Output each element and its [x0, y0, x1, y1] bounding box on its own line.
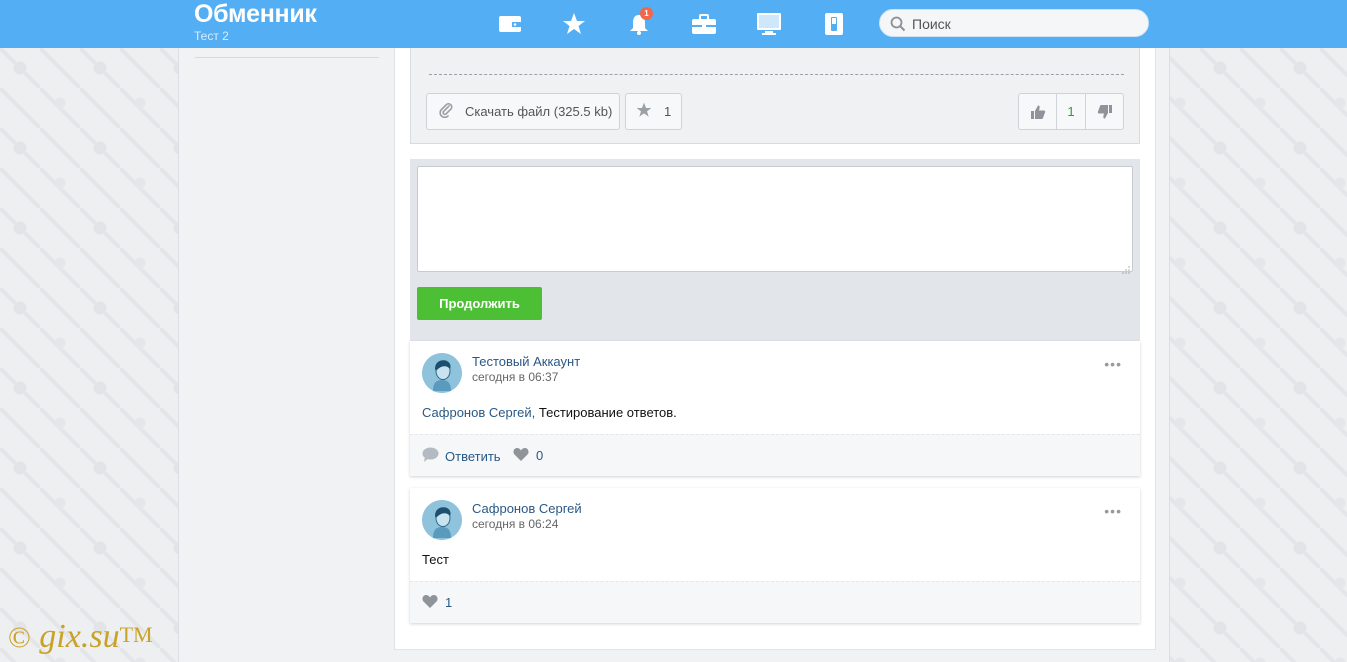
favorite-button[interactable]: 1 — [625, 93, 682, 130]
avatar[interactable] — [422, 500, 462, 540]
comment-time: сегодня в 06:24 — [472, 517, 559, 531]
watermark-site: gix.su — [39, 618, 120, 655]
star-icon[interactable] — [561, 12, 587, 36]
reply-button[interactable]: Ответить — [422, 447, 501, 465]
top-bar: Обменник Тест 2 1 — [0, 0, 1347, 48]
comment-form: Продолжить — [410, 159, 1140, 341]
favorite-count: 1 — [664, 104, 672, 119]
copyright-sign: © — [8, 621, 31, 654]
comment-text: Тестирование ответов. — [538, 405, 677, 420]
site-title[interactable]: Обменник — [194, 0, 317, 29]
like-button[interactable]: 1 — [422, 594, 452, 611]
reply-label: Ответить — [445, 448, 501, 464]
sidebar-divider — [195, 57, 379, 58]
vote-group: 1 — [1018, 93, 1124, 130]
heart-icon — [513, 447, 529, 464]
comment-time: сегодня в 06:37 — [472, 370, 559, 384]
resize-grip-icon[interactable] — [1122, 262, 1130, 274]
content-card: Скачать файл (325.5 kb) 1 1 Продолжить Т… — [394, 48, 1156, 650]
search-input[interactable] — [912, 14, 1138, 33]
comment-body: Сафронов Сергей, Тестирование ответов. — [422, 405, 677, 420]
like-button[interactable]: 0 — [513, 447, 543, 464]
comment-author[interactable]: Тестовый Аккаунт — [472, 354, 580, 369]
rating-count: 1 — [1056, 94, 1086, 129]
like-count: 1 — [445, 595, 453, 610]
comment-item: Тестовый Аккаунт сегодня в 06:37 ••• Саф… — [410, 341, 1140, 476]
download-label: Скачать файл (325.5 kb) — [465, 104, 613, 119]
search-icon — [890, 16, 906, 35]
download-file-button[interactable]: Скачать файл (325.5 kb) — [426, 93, 620, 130]
comment-footer: Ответить 0 — [410, 434, 1140, 476]
thumbs-up-icon[interactable] — [1019, 94, 1056, 129]
bell-icon[interactable]: 1 — [626, 7, 653, 36]
notification-badge: 1 — [640, 7, 653, 20]
comment-author[interactable]: Сафронов Сергей — [472, 501, 582, 516]
briefcase-icon[interactable] — [691, 12, 717, 36]
reply-to-link[interactable]: Сафронов Сергей, — [422, 405, 535, 420]
switch-icon[interactable] — [821, 12, 847, 36]
avatar[interactable] — [422, 353, 462, 393]
paperclip-icon — [439, 102, 453, 121]
heart-icon — [422, 594, 438, 611]
more-options-icon[interactable]: ••• — [1104, 356, 1122, 372]
like-count: 0 — [536, 448, 544, 463]
page-container: Скачать файл (325.5 kb) 1 1 Продолжить Т… — [178, 48, 1170, 662]
trademark-sign: TM — [119, 622, 153, 647]
post-footer: Скачать файл (325.5 kb) 1 1 — [410, 48, 1140, 144]
thumbs-down-icon[interactable] — [1086, 94, 1123, 129]
search-box[interactable] — [879, 9, 1149, 37]
more-options-icon[interactable]: ••• — [1104, 503, 1122, 519]
comment-item: Сафронов Сергей сегодня в 06:24 ••• Тест… — [410, 488, 1140, 623]
speech-bubble-icon — [422, 447, 439, 465]
comment-textarea[interactable] — [417, 166, 1133, 272]
site-subtitle: Тест 2 — [194, 29, 229, 43]
star-icon — [636, 102, 652, 121]
wallet-icon[interactable] — [497, 12, 523, 36]
monitor-icon[interactable] — [756, 12, 782, 36]
comment-text: Тест — [422, 552, 449, 567]
continue-button[interactable]: Продолжить — [417, 287, 542, 320]
comment-body: Тест — [422, 552, 449, 567]
comment-footer: 1 — [410, 581, 1140, 623]
post-separator — [429, 74, 1124, 75]
watermark: © gix.suTM — [8, 618, 153, 656]
